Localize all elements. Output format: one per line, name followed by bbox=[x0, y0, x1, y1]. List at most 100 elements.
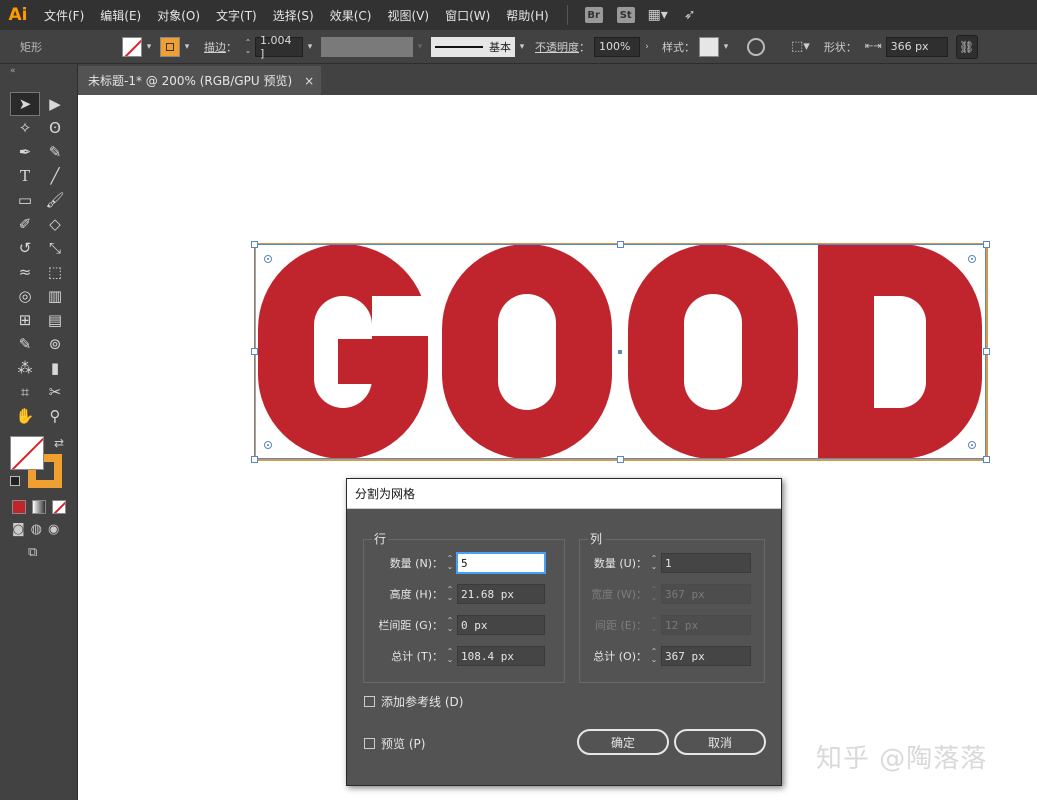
blend-tool-icon[interactable]: ⊚ bbox=[40, 332, 70, 356]
chevron-down-icon[interactable]: ▾ bbox=[180, 37, 194, 57]
eraser-tool-icon[interactable]: ◇ bbox=[40, 212, 70, 236]
direct-selection-tool-icon[interactable]: ▶ bbox=[40, 92, 70, 116]
rocket-icon[interactable]: ➶ bbox=[681, 7, 699, 23]
width-tool-icon[interactable]: ≈ bbox=[10, 260, 40, 284]
columns-total-input[interactable]: 367 px bbox=[661, 646, 751, 666]
slice-tool-icon[interactable]: ✂ bbox=[40, 380, 70, 404]
add-guides-checkbox[interactable] bbox=[364, 696, 375, 707]
none-mode-icon[interactable] bbox=[52, 500, 66, 514]
chevron-down-icon[interactable]: ▾ bbox=[719, 37, 733, 57]
color-mode-icon[interactable] bbox=[12, 500, 26, 514]
resize-handle[interactable] bbox=[983, 241, 990, 248]
stock-icon[interactable]: St bbox=[616, 7, 635, 23]
resize-handle[interactable] bbox=[983, 348, 990, 355]
stroke-weight-stepper[interactable]: ⌃ ⌄ bbox=[241, 37, 255, 57]
document-tab[interactable]: 未标题-1* @ 200% (RGB/GPU 预览) × bbox=[78, 66, 321, 95]
draw-behind-icon[interactable]: ◍ bbox=[31, 522, 42, 537]
graphic-style-swatch[interactable] bbox=[699, 36, 719, 57]
menu-edit[interactable]: 编辑(E) bbox=[92, 0, 149, 30]
rectangle-tool-icon[interactable]: ▭ bbox=[10, 188, 40, 212]
menu-effect[interactable]: 效果(C) bbox=[322, 0, 380, 30]
menu-type[interactable]: 文字(T) bbox=[208, 0, 265, 30]
constrain-link-icon[interactable]: ⛓ bbox=[955, 34, 978, 59]
resize-handle[interactable] bbox=[983, 456, 990, 463]
pen-tool-icon[interactable]: ✒ bbox=[10, 140, 40, 164]
scale-tool-icon[interactable]: ⤡ bbox=[40, 236, 70, 260]
magic-wand-tool-icon[interactable]: ✧ bbox=[10, 116, 40, 140]
line-segment-tool-icon[interactable]: ╱ bbox=[40, 164, 70, 188]
columns-number-input[interactable]: 1 bbox=[661, 553, 751, 573]
artboard-tool-icon[interactable]: ⌗ bbox=[10, 380, 40, 404]
gradient-mode-icon[interactable] bbox=[32, 500, 46, 514]
variable-width-profile[interactable] bbox=[321, 36, 413, 57]
collapse-panel-icon[interactable]: « bbox=[0, 64, 77, 78]
shape-width-input[interactable]: 366 px bbox=[885, 36, 948, 57]
swap-fill-stroke-icon[interactable]: ⇄ bbox=[54, 436, 64, 450]
column-graph-tool-icon[interactable]: ▮ bbox=[40, 356, 70, 380]
rows-number-stepper[interactable]: ⌃ ⌄ bbox=[443, 553, 457, 573]
ok-button[interactable]: 确定 bbox=[577, 729, 669, 755]
align-select-icon[interactable]: ⬚▾ bbox=[791, 39, 810, 54]
paintbrush-tool-icon[interactable]: 🖌 bbox=[40, 188, 70, 212]
stroke-label[interactable]: 描边： bbox=[204, 39, 237, 55]
corner-widget[interactable] bbox=[968, 441, 976, 449]
chevron-down-icon[interactable]: ▾ bbox=[142, 37, 156, 57]
chevron-down-icon[interactable]: ▾ bbox=[515, 37, 529, 57]
columns-number-stepper[interactable]: ⌃ ⌄ bbox=[647, 553, 661, 573]
rows-total-stepper[interactable]: ⌃ ⌄ bbox=[443, 646, 457, 666]
corner-widget[interactable] bbox=[264, 441, 272, 449]
eyedropper-tool-icon[interactable]: ✎ bbox=[10, 332, 40, 356]
preview-option[interactable]: 预览 (P) bbox=[364, 735, 425, 752]
screen-mode-icon[interactable]: ⧉ bbox=[28, 545, 37, 560]
recolor-artwork-icon[interactable] bbox=[747, 37, 765, 56]
preview-checkbox[interactable] bbox=[364, 738, 375, 749]
hand-tool-icon[interactable]: ✋ bbox=[10, 404, 40, 428]
curvature-tool-icon[interactable]: ✎ bbox=[40, 140, 70, 164]
fill-color-box[interactable] bbox=[10, 436, 44, 470]
fill-swatch[interactable] bbox=[122, 36, 142, 57]
free-transform-tool-icon[interactable]: ⬚ bbox=[40, 260, 70, 284]
symbol-sprayer-tool-icon[interactable]: ⁂ bbox=[10, 356, 40, 380]
rows-gutter-input[interactable]: 0 px bbox=[457, 615, 545, 635]
menu-object[interactable]: 对象(O) bbox=[149, 0, 208, 30]
rotate-tool-icon[interactable]: ↺ bbox=[10, 236, 40, 260]
shaper-tool-icon[interactable]: ✐ bbox=[10, 212, 40, 236]
corner-widget[interactable] bbox=[264, 255, 272, 263]
chevron-down-icon[interactable]: ▾ bbox=[413, 37, 427, 57]
corner-widget[interactable] bbox=[968, 255, 976, 263]
resize-handle[interactable] bbox=[251, 348, 258, 355]
type-tool-icon[interactable]: T bbox=[10, 164, 40, 188]
bridge-icon[interactable]: Br bbox=[584, 7, 603, 23]
rows-height-stepper[interactable]: ⌃ ⌄ bbox=[443, 584, 457, 604]
rows-number-input[interactable]: 5 bbox=[457, 553, 545, 573]
menu-view[interactable]: 视图(V) bbox=[379, 0, 437, 30]
selection-tool-icon[interactable]: ➤ bbox=[10, 92, 40, 116]
opacity-label[interactable]: 不透明度： bbox=[535, 39, 590, 55]
cancel-button[interactable]: 取消 bbox=[674, 729, 766, 755]
default-fill-stroke-icon[interactable] bbox=[10, 476, 20, 486]
gradient-tool-icon[interactable]: ▤ bbox=[40, 308, 70, 332]
chevron-down-icon[interactable]: ▾ bbox=[303, 37, 317, 57]
rows-gutter-stepper[interactable]: ⌃ ⌄ bbox=[443, 615, 457, 635]
workspace-layout-icon[interactable]: ▦▾ bbox=[648, 7, 668, 23]
close-icon[interactable]: × bbox=[304, 74, 314, 88]
stroke-weight-input[interactable]: 1.004 ] bbox=[255, 34, 303, 60]
resize-handle[interactable] bbox=[251, 241, 258, 248]
zoom-tool-icon[interactable]: ⚲ bbox=[40, 404, 70, 428]
rows-total-input[interactable]: 108.4 px bbox=[457, 646, 545, 666]
rows-height-input[interactable]: 21.68 px bbox=[457, 584, 545, 604]
resize-handle[interactable] bbox=[617, 241, 624, 248]
draw-inside-icon[interactable]: ◉ bbox=[48, 522, 59, 537]
mesh-tool-icon[interactable]: ⊞ bbox=[10, 308, 40, 332]
opacity-input[interactable]: 100% bbox=[594, 36, 640, 57]
menu-window[interactable]: 窗口(W) bbox=[437, 0, 498, 30]
columns-total-stepper[interactable]: ⌃ ⌄ bbox=[647, 646, 661, 666]
resize-handle[interactable] bbox=[617, 456, 624, 463]
perspective-grid-tool-icon[interactable]: ▥ bbox=[40, 284, 70, 308]
draw-normal-icon[interactable]: ◙ bbox=[12, 522, 25, 537]
lasso-tool-icon[interactable]: ʘ bbox=[40, 116, 70, 140]
shape-builder-tool-icon[interactable]: ◎ bbox=[10, 284, 40, 308]
resize-handle[interactable] bbox=[251, 456, 258, 463]
stroke-swatch[interactable] bbox=[160, 36, 180, 57]
add-guides-option[interactable]: 添加参考线 (D) bbox=[364, 693, 463, 710]
